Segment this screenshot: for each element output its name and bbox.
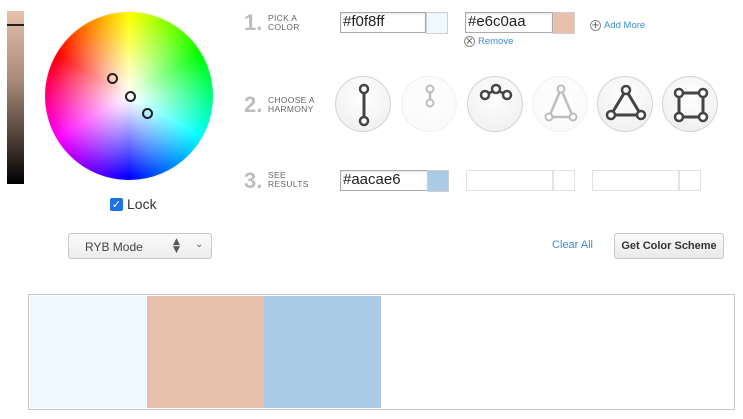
get-color-scheme-button[interactable]: Get Color Scheme [614,233,724,259]
remove-button[interactable]: × Remove [464,36,513,47]
result-2-swatch [553,170,575,191]
harmony-split-complementary-button[interactable] [401,76,457,132]
color-1-hex-input[interactable]: #f0f8ff [340,12,426,33]
remove-label: Remove [478,36,514,47]
triangle-harmony-icon [605,84,647,121]
harmony-triad-selected-button[interactable] [597,76,653,132]
step-2-label-line2: HARMONY [268,104,314,114]
step-3-label: SEE RESULTS [268,171,309,189]
harmony-complementary-button[interactable] [335,76,391,132]
mode-select-value: RYB Mode [85,240,143,254]
triad-icon [544,84,578,122]
split-complementary-icon [425,84,435,108]
add-more-label: Add More [604,20,646,31]
lock-control[interactable]: ✓ Lock [110,196,157,212]
harmony-tetrad-button[interactable] [662,76,718,132]
brightness-slider[interactable] [7,11,24,184]
color-wheel-handle-3[interactable] [142,108,153,119]
color-wheel[interactable] [45,12,213,180]
result-3-hex-input[interactable] [592,170,679,191]
step-1-number: 1. [244,10,263,35]
close-circle-icon: × [464,36,475,47]
palette-swatch-1 [30,296,147,408]
step-3-label-line2: RESULTS [268,179,309,189]
clear-all-link[interactable]: Clear All [552,239,593,251]
palette-swatch-2 [147,296,264,408]
color-1-swatch[interactable] [426,12,448,34]
result-1-swatch [427,170,449,192]
analogous-icon [479,83,513,101]
result-3-swatch [679,170,701,191]
lock-label: Lock [127,196,157,212]
sort-arrows-icon: ▲ ▼ [173,237,180,255]
color-wheel-handle-1[interactable] [107,73,118,84]
step-1-label: PICK A COLOR [268,14,300,32]
palette-preview [28,294,735,410]
plus-circle-icon: + [590,20,601,31]
step-2-label: CHOOSE A HARMONY [268,96,315,114]
color-2-hex-input[interactable]: #e6c0aa [465,12,553,33]
tetrad-icon [673,87,709,123]
add-more-button[interactable]: + Add More [590,20,645,31]
mode-select[interactable]: RYB Mode ▲ ▼ ⌄ [68,233,212,259]
lock-checkbox[interactable]: ✓ [110,197,123,211]
harmony-analogous-button[interactable] [467,76,523,132]
step-3-number: 3. [244,168,263,193]
result-2-hex-input[interactable] [466,170,553,191]
result-1-hex-input[interactable]: #aacae6 [340,170,428,191]
color-wheel-handle-2[interactable] [125,91,136,102]
color-2-swatch[interactable] [553,12,575,34]
chevron-down-icon: ⌄ [195,239,204,250]
palette-swatch-3 [264,296,381,408]
step-1-label-line2: COLOR [268,22,300,32]
complementary-icon [358,83,370,127]
harmony-triad-button[interactable] [532,76,588,132]
step-2-number: 2. [244,92,263,117]
brightness-slider-handle[interactable] [7,24,24,26]
